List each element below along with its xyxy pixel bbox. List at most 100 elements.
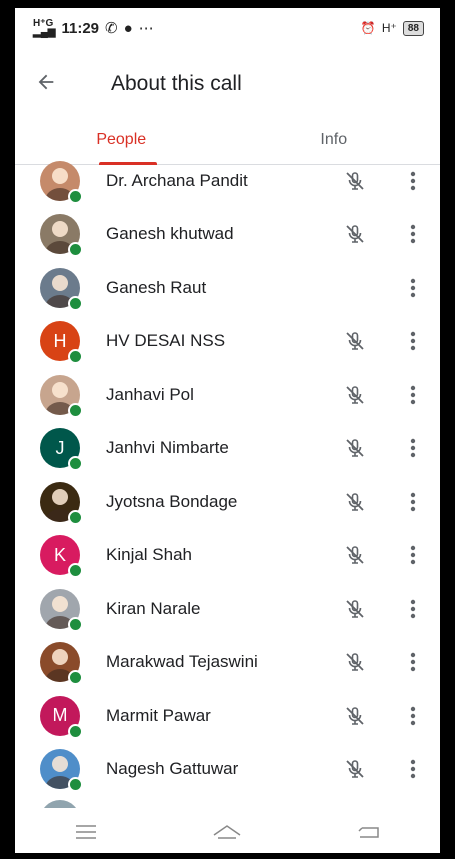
participant-name: Marakwad Tejaswini <box>106 652 258 672</box>
participant-row[interactable]: Ganesh khutwad <box>15 208 440 262</box>
participant-row[interactable]: Kiran Narale <box>15 582 440 636</box>
participant-name: Kiran Narale <box>106 598 201 618</box>
menu-lines-icon <box>75 825 96 839</box>
participant-name: Janhavi Pol <box>106 384 194 404</box>
more-vert-icon <box>410 332 416 351</box>
network-icon: H⁺ <box>381 21 397 35</box>
tab-people-label: People <box>96 131 147 148</box>
avatar <box>40 374 83 418</box>
avatar <box>40 800 80 808</box>
signal-icon: H⁺G ▂▄▆ <box>33 18 56 38</box>
back-button[interactable] <box>15 69 77 100</box>
avatar <box>40 749 83 793</box>
mute-status <box>340 594 370 624</box>
participant-menu-button[interactable] <box>400 754 426 784</box>
participant-menu-button[interactable] <box>400 487 426 517</box>
participant-name: Nagesh Gattuwar <box>106 759 239 779</box>
mute-status <box>340 754 370 784</box>
alarm-icon: ⏰ <box>360 21 376 35</box>
back-nav-icon <box>358 827 379 838</box>
participant-row[interactable]: K Kinjal Shah <box>15 529 440 583</box>
avatar <box>40 481 83 525</box>
participant-name: Dr. Archana Pandit <box>106 170 248 190</box>
mic-off-icon <box>346 546 364 565</box>
online-status-dot <box>68 402 83 418</box>
online-status-dot <box>68 670 83 686</box>
battery-level: 88 <box>407 22 419 34</box>
participant-row[interactable]: Janhavi Pol <box>15 368 440 422</box>
phone-screen: H⁺G ▂▄▆ 11:29 ✆ ● ⋯ ⏰ H⁺ 88 About this ca… <box>15 8 440 853</box>
more-vert-icon <box>410 546 416 565</box>
participant-menu-button[interactable] <box>400 326 426 356</box>
more-vert-icon <box>410 653 416 672</box>
online-status-dot <box>68 777 83 793</box>
avatar: M <box>40 695 83 739</box>
status-time: 11:29 <box>61 19 100 37</box>
mute-status <box>340 219 370 249</box>
page-title: About this call <box>111 72 242 95</box>
mic-off-icon <box>346 653 364 672</box>
participant-menu-button[interactable] <box>400 594 426 624</box>
participant-row[interactable]: Nagesh Gattuwar <box>15 743 440 797</box>
more-vert-icon <box>410 225 416 244</box>
participant-name: Jyotsna Bondage <box>106 491 238 511</box>
status-right: ⏰ H⁺ 88 <box>360 20 424 36</box>
participant-menu-button[interactable] <box>400 273 426 303</box>
chat-icon: ● <box>123 19 133 37</box>
home-icon <box>214 825 241 839</box>
participant-row[interactable]: J Janhvi Nimbarte <box>15 422 440 476</box>
avatar-initial: J <box>55 437 65 458</box>
participant-menu-button[interactable] <box>400 701 426 731</box>
participant-menu-button[interactable] <box>400 647 426 677</box>
mute-status <box>340 647 370 677</box>
recents-button[interactable] <box>66 817 106 847</box>
mic-off-icon <box>346 760 364 779</box>
mute-status <box>340 433 370 463</box>
participant-name: Kinjal Shah <box>106 545 193 565</box>
participant-row[interactable]: Marakwad Tejaswini <box>15 636 440 690</box>
participant-row-partial <box>15 796 440 808</box>
online-status-dot <box>68 616 83 632</box>
participant-name: Janhvi Nimbarte <box>106 438 229 458</box>
more-notifications-icon: ⋯ <box>138 20 154 37</box>
back-nav-button[interactable] <box>349 817 389 847</box>
participant-row[interactable]: Ganesh Raut <box>15 261 440 315</box>
online-status-dot <box>68 295 83 311</box>
participant-row[interactable]: Dr. Archana Pandit <box>15 154 440 208</box>
participant-menu-button[interactable] <box>400 540 426 570</box>
app-bar: About this call <box>15 56 440 112</box>
more-vert-icon <box>410 492 416 511</box>
more-vert-icon <box>410 171 416 190</box>
call-icon: ✆ <box>105 20 118 37</box>
more-vert-icon <box>410 599 416 618</box>
online-status-dot <box>68 456 83 472</box>
mute-status <box>340 540 370 570</box>
participant-menu-button[interactable] <box>400 219 426 249</box>
avatar <box>40 588 83 632</box>
mute-status <box>340 326 370 356</box>
participant-menu-button[interactable] <box>400 433 426 463</box>
more-vert-icon <box>410 706 416 725</box>
online-status-dot <box>68 563 83 579</box>
online-status-dot <box>68 723 83 739</box>
participant-row[interactable]: M Marmit Pawar <box>15 689 440 743</box>
more-vert-icon <box>410 385 416 404</box>
mic-off-icon <box>346 706 364 725</box>
mute-status <box>340 380 370 410</box>
participant-menu-button[interactable] <box>400 166 426 196</box>
home-button[interactable] <box>207 817 247 847</box>
status-left: H⁺G ▂▄▆ 11:29 ✆ ● ⋯ <box>33 18 154 38</box>
avatar: H <box>40 321 83 365</box>
participant-list[interactable]: Dr. Archana Pandit Ganesh khutwad Ganesh… <box>15 154 440 808</box>
avatar: J <box>40 428 83 472</box>
online-status-dot <box>68 188 83 204</box>
avatar <box>40 642 83 686</box>
mic-off-icon <box>346 171 364 190</box>
participant-row[interactable]: Jyotsna Bondage <box>15 475 440 529</box>
participant-menu-button[interactable] <box>400 380 426 410</box>
system-nav-bar <box>15 811 440 853</box>
avatar: K <box>40 535 83 579</box>
avatar-initial: M <box>52 705 68 726</box>
avatar <box>40 214 83 258</box>
participant-row[interactable]: H HV DESAI NSS <box>15 315 440 369</box>
